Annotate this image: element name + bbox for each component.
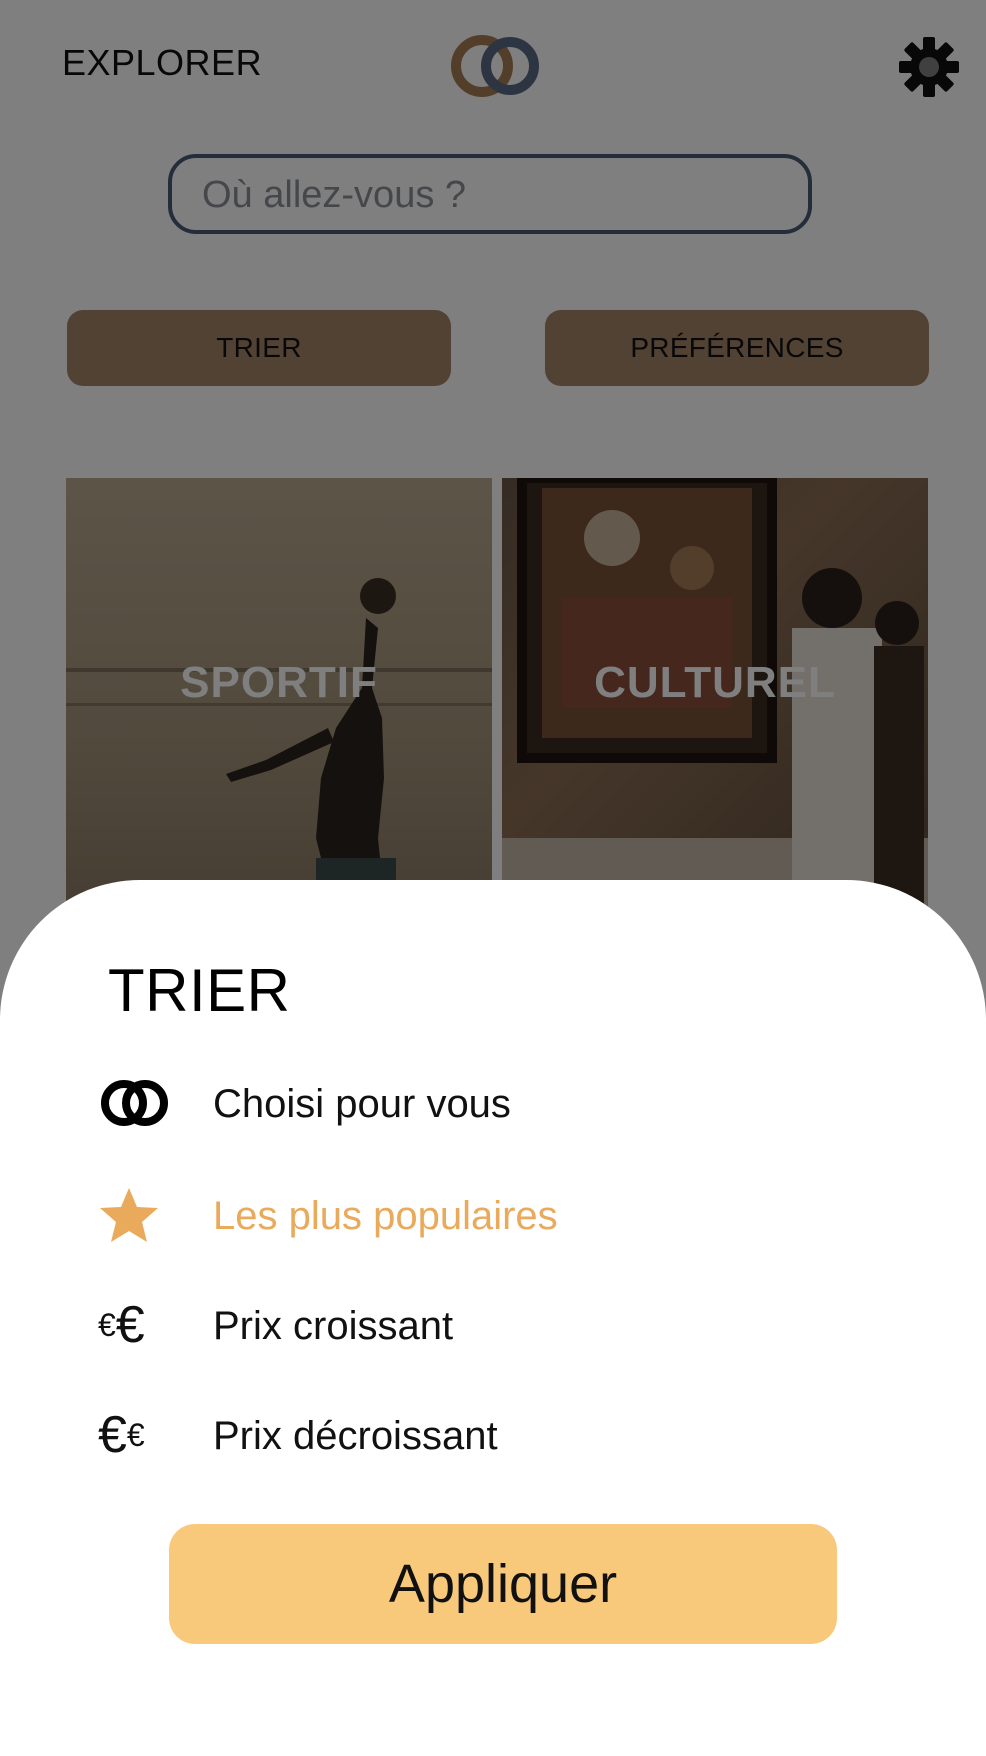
sheet-title: TRIER	[108, 957, 291, 1024]
sort-option-price-ascending[interactable]: € € Prix croissant	[98, 1290, 798, 1360]
apply-button[interactable]: Appliquer	[169, 1524, 837, 1644]
sort-option-price-descending[interactable]: € € Prix décroissant	[98, 1400, 798, 1470]
sort-option-label: Les plus populaires	[213, 1194, 558, 1238]
euro-ascending-icon: € €	[98, 1296, 145, 1354]
sort-option-label: Choisi pour vous	[213, 1082, 511, 1126]
sort-option-for-you[interactable]: Choisi pour vous	[98, 1068, 798, 1138]
sort-bottom-sheet: TRIER Choisi pour vous Les plus populair…	[0, 880, 986, 1756]
star-icon	[98, 1180, 178, 1250]
explore-screen: EXPLORER TRIER PRÉFÉREN	[0, 0, 986, 1756]
sort-option-popular[interactable]: Les plus populaires	[98, 1180, 798, 1250]
app-logo-icon	[98, 1068, 178, 1138]
sort-option-label: Prix décroissant	[213, 1414, 498, 1458]
euro-descending-icon: € €	[98, 1406, 145, 1464]
sort-option-label: Prix croissant	[213, 1304, 454, 1348]
